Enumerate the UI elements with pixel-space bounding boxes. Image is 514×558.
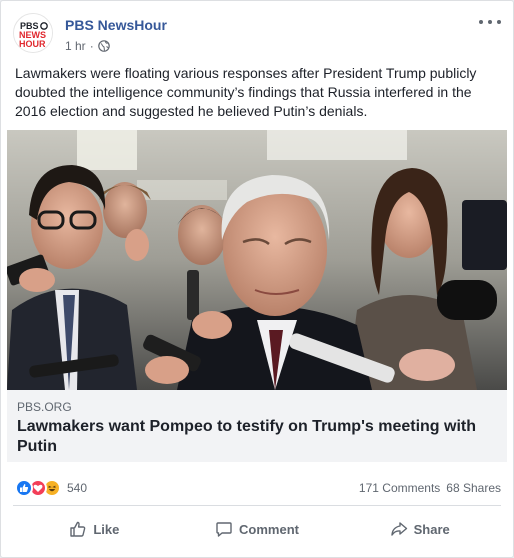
like-button[interactable]: Like <box>13 513 176 545</box>
share-button[interactable]: Share <box>338 513 501 545</box>
link-title[interactable]: Lawmakers want Pompeo to testify on Trum… <box>17 417 497 457</box>
post-timestamp[interactable]: 1 hr <box>65 38 86 54</box>
action-divider <box>13 505 501 506</box>
post-stats: 540 171 Comments 68 Shares <box>15 476 501 498</box>
like-label: Like <box>93 521 120 537</box>
comments-count-link[interactable]: 171 Comments <box>359 481 440 495</box>
link-domain: PBS.ORG <box>17 400 72 414</box>
more-options-icon[interactable] <box>479 15 501 29</box>
post-meta: 1 hr · <box>65 38 110 54</box>
post-header: PBS NEWS HOUR PBS NewsHour 1 hr · <box>13 13 501 57</box>
share-arrow-icon <box>390 522 407 536</box>
comment-label: Comment <box>239 521 299 537</box>
like-reaction-icon <box>15 479 33 497</box>
action-bar: Like Comment Share <box>13 513 501 545</box>
reactions-summary[interactable]: 540 <box>15 479 87 497</box>
comment-button[interactable]: Comment <box>176 513 339 545</box>
page-avatar[interactable]: PBS NEWS HOUR <box>13 13 53 53</box>
share-label: Share <box>413 521 450 537</box>
meta-separator: · <box>89 39 94 53</box>
engagement-counts: 171 Comments 68 Shares <box>359 481 501 495</box>
page-name-link[interactable]: PBS NewsHour <box>65 16 167 34</box>
thumbs-up-icon <box>70 521 86 537</box>
shares-count-link[interactable]: 68 Shares <box>446 481 501 495</box>
pbs-newshour-logo: PBS NEWS HOUR <box>14 14 52 52</box>
link-preview[interactable]: PBS.ORG Lawmakers want Pompeo to testify… <box>7 390 507 462</box>
reaction-count: 540 <box>67 481 88 495</box>
post-card: PBS NEWS HOUR PBS NewsHour 1 hr · Lawmak… <box>0 0 514 558</box>
logo-line-3: HOUR <box>19 39 46 49</box>
globe-icon[interactable] <box>97 40 110 52</box>
photo-illustration <box>7 130 507 390</box>
post-text: Lawmakers were floating various response… <box>15 65 477 119</box>
post-photo[interactable] <box>7 130 507 390</box>
comment-icon <box>216 522 232 537</box>
